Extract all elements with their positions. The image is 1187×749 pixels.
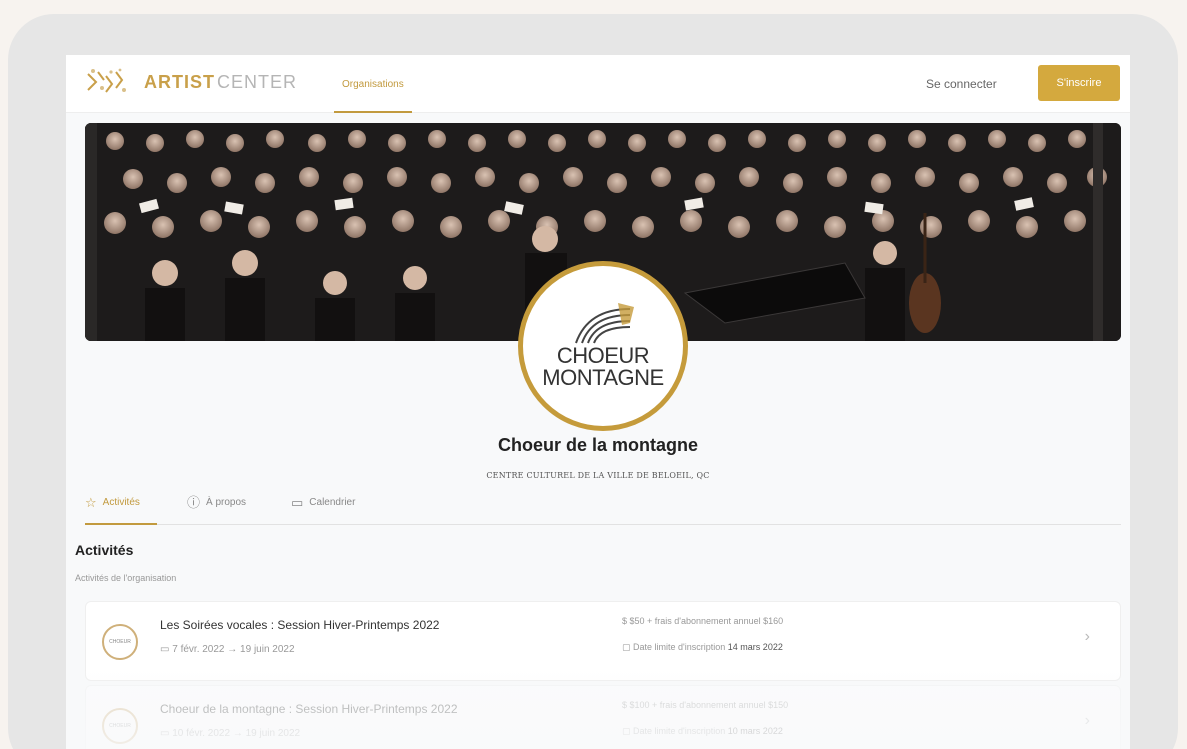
nav-tab-organisations[interactable]: Organisations	[334, 55, 412, 113]
organization-location: CENTRE CULTUREL DE LA VILLE DE BELOEIL, …	[486, 471, 710, 480]
activity-price: $ $50 + frais d'abonnement annuel $160	[622, 616, 783, 626]
dollar-icon: $	[622, 700, 630, 710]
organization-logo: CHOEUR MONTAGNE	[518, 261, 688, 431]
activity-date-range: 7 févr. 2022 → 19 juin 2022	[172, 644, 295, 655]
signup-button[interactable]: S'inscrire	[1038, 65, 1120, 101]
logo-text-choeur: CHOEUR	[556, 343, 650, 368]
calendar-icon: ▭	[160, 728, 173, 739]
activity-deadline: ▢ Date limite d'inscription 10 mars 2022	[622, 726, 783, 737]
activity-title: Choeur de la montagne : Session Hiver-Pr…	[160, 702, 458, 716]
activity-date-range: 10 févr. 2022 → 19 juin 2022	[172, 728, 301, 739]
activity-logo: CHOEUR	[102, 708, 138, 744]
top-navigation-bar: ARTIST CENTER Organisations Se connecter…	[66, 55, 1130, 113]
activity-dates: ▭ 7 févr. 2022 → 19 juin 2022	[160, 644, 295, 655]
brand-logo[interactable]: ARTIST CENTER	[84, 67, 297, 97]
activity-logo-text: CHOEUR	[109, 639, 131, 645]
deadline-value: 14 mars 2022	[727, 642, 783, 652]
logo-mark-icon	[87, 68, 126, 93]
clipboard-icon: ▢	[622, 642, 634, 652]
activity-deadline: ▢ Date limite d'inscription 14 mars 2022	[622, 642, 783, 653]
deadline-value: 10 mars 2022	[727, 726, 783, 736]
logo-text-montagne: MONTAGNE	[542, 365, 664, 390]
activity-price-text: $100 + frais d'abonnement annuel $150	[629, 700, 789, 710]
choir-emblem-icon	[575, 303, 634, 344]
calendar-icon: ▭	[160, 644, 173, 655]
tab-a-propos[interactable]: ⓘ À propos	[187, 491, 246, 525]
activity-dates: ▭ 10 févr. 2022 → 19 juin 2022	[160, 728, 300, 739]
deadline-label: Date limite d'inscription	[633, 726, 726, 736]
chevron-right-icon[interactable]: ›	[1085, 712, 1090, 730]
tab-label: À propos	[206, 497, 247, 508]
brand-name-part1: ARTIST	[144, 71, 215, 92]
activity-logo: CHOEUR	[102, 624, 138, 660]
clipboard-icon: ▢	[622, 726, 634, 736]
chevron-right-icon[interactable]: ›	[1085, 628, 1090, 646]
activity-price: $ $100 + frais d'abonnement annuel $150	[622, 700, 788, 710]
tab-calendrier[interactable]: ▭ Calendrier	[291, 491, 355, 525]
star-icon: ☆	[85, 495, 97, 510]
login-link[interactable]: Se connecter	[926, 77, 997, 91]
tab-label: Calendrier	[309, 497, 356, 508]
activity-card[interactable]: CHOEUR Choeur de la montagne : Session H…	[85, 685, 1121, 749]
profile-tabs: ☆ Activités ⓘ À propos ▭ Calendrier	[85, 491, 1121, 525]
info-icon: ⓘ	[187, 495, 201, 510]
app-screen: ARTIST CENTER Organisations Se connecter…	[66, 55, 1130, 749]
section-subtitle: Activités de l'organisation	[75, 573, 177, 583]
organization-name: Choeur de la montagne	[497, 435, 699, 455]
activity-price-text: $50 + frais d'abonnement annuel $160	[629, 616, 784, 626]
deadline-label: Date limite d'inscription	[633, 642, 726, 652]
activity-card[interactable]: CHOEUR Les Soirées vocales : Session Hiv…	[85, 601, 1121, 681]
section-title: Activités	[75, 542, 134, 558]
tab-label: Activités	[102, 497, 140, 508]
dollar-icon: $	[622, 616, 630, 626]
activity-logo-text: CHOEUR	[109, 723, 131, 729]
calendar-icon: ▭	[291, 495, 304, 510]
activity-title: Les Soirées vocales : Session Hiver-Prin…	[160, 618, 440, 632]
brand-name-part2: CENTER	[217, 71, 298, 92]
tab-activites[interactable]: ☆ Activités	[85, 491, 157, 525]
